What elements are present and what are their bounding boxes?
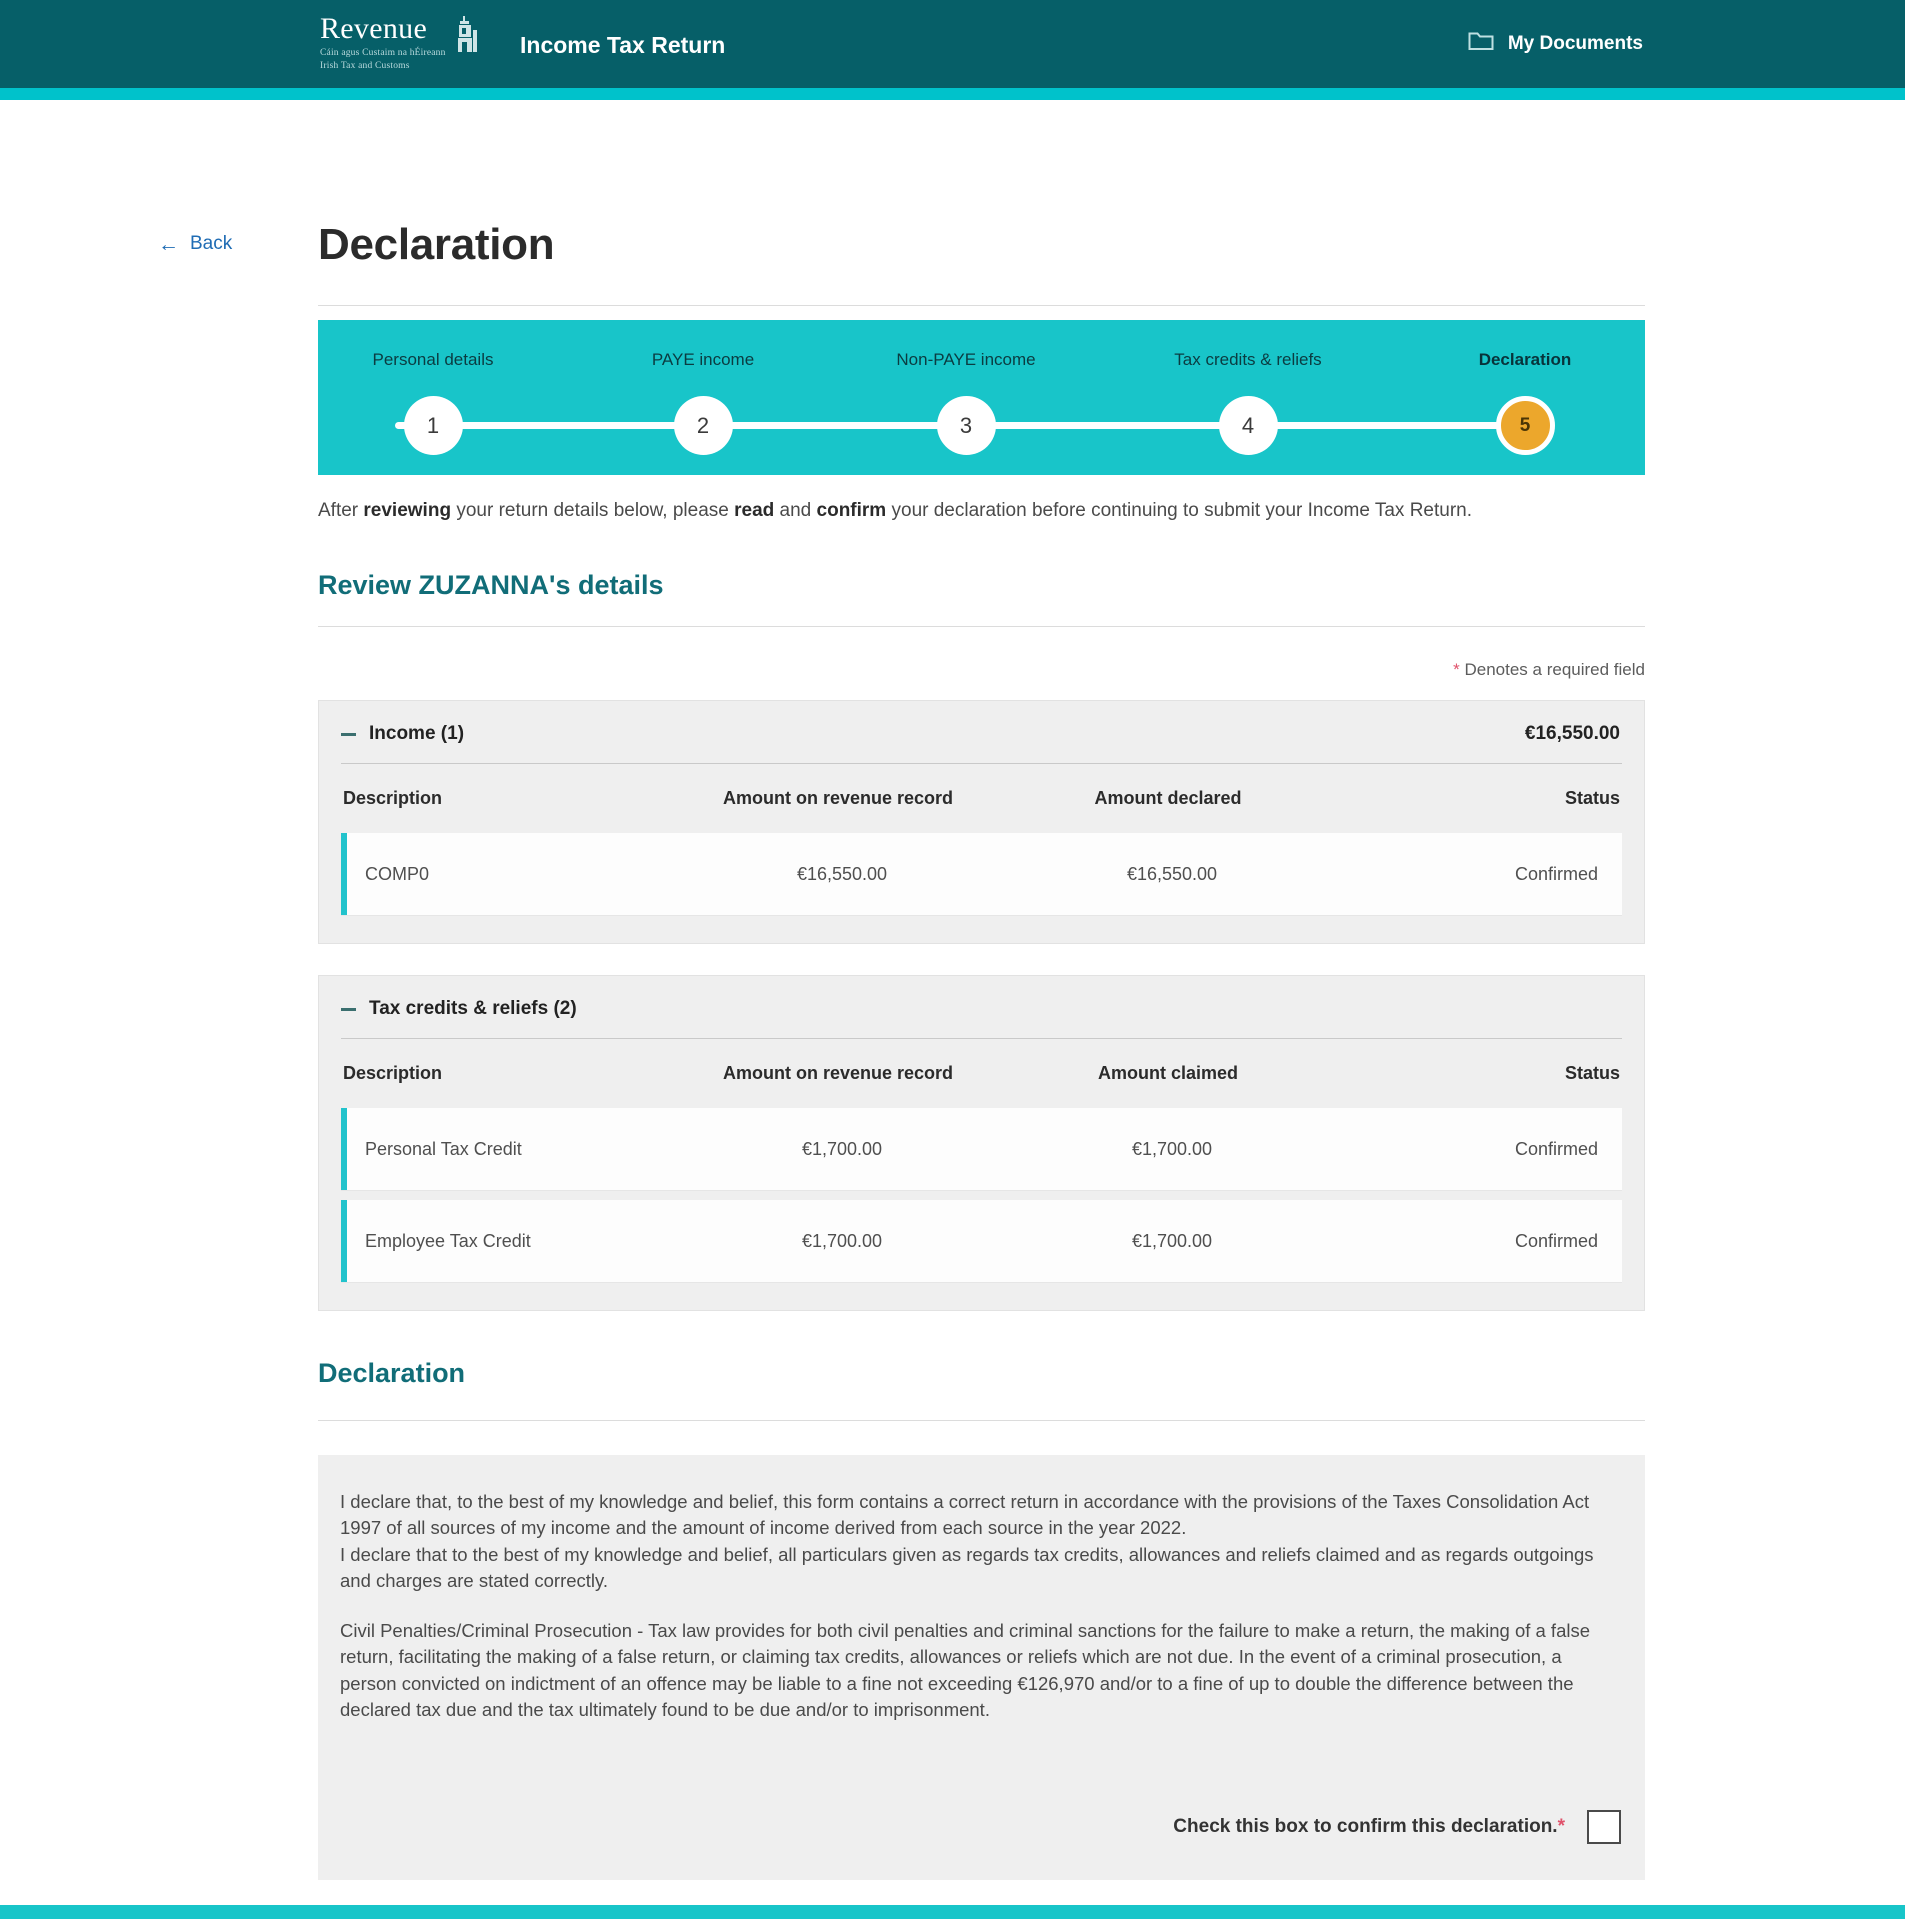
declaration-paragraph-3: Civil Penalties/Criminal Prosecution - T… [340,1620,1591,1720]
required-field-note-label: Denotes a required field [1464,660,1645,679]
page-title: Declaration [318,220,555,269]
intro-part-4: your declaration before continuing to su… [886,500,1473,521]
logo-text-block: Revenue Cáin agus Custaim na hÉireann Ir… [320,14,446,73]
step-label-3: Non-PAYE income [896,350,1036,369]
declaration-paragraph-2: I declare that to the best of my knowled… [340,1543,1594,1591]
income-col-status: Status [1564,788,1620,808]
income-col-declared: Amount declared [1094,788,1242,808]
income-col-description: Description [343,788,443,808]
table-row[interactable]: Employee Tax Credit €1,700.00 €1,700.00 … [341,1200,1622,1282]
folder-icon [1468,30,1494,57]
step-node-3[interactable]: 3 [936,396,996,455]
step-label-4: Tax credits & reliefs [1174,350,1322,369]
app-header: Revenue Cáin agus Custaim na hÉireann Ir… [0,0,1905,88]
credits-card: Tax credits & reliefs (2) Description Am… [318,975,1645,1311]
back-link-top[interactable]: ← Back [158,233,232,255]
header-accent-bar [0,88,1905,100]
confirm-declaration-row: Check this box to confirm this declarati… [1173,1810,1621,1844]
required-field-note: * Denotes a required field [1453,660,1645,680]
minus-icon [341,732,356,736]
minus-icon [341,1007,356,1011]
row-amount-record: €16,550.00 [796,863,888,884]
confirm-declaration-label: Check this box to confirm this declarati… [1173,1816,1565,1838]
logo-subtitle-english: Irish Tax and Customs [320,60,410,71]
declaration-paragraph-1: I declare that, to the best of my knowle… [340,1491,1590,1539]
app-title: Income Tax Return [520,32,726,58]
income-card-total: €16,550.00 [1524,723,1620,744]
step-label-5: Declaration [1478,350,1572,369]
intro-text: After reviewing your return details belo… [318,500,1472,522]
logo-subtitle: Cáin agus Custaim na hÉireann Irish Tax … [320,47,446,73]
declaration-spacer [340,1594,1617,1618]
intro-part-1: After [318,500,364,521]
title-divider [318,305,1645,306]
app-page: Revenue Cáin agus Custaim na hÉireann Ir… [0,0,1905,1919]
step-label-2: PAYE income [651,350,755,369]
credits-card-header[interactable]: Tax credits & reliefs (2) [319,976,1644,1038]
credits-col-claimed: Amount claimed [1097,1063,1239,1083]
row-amount-claimed: €1,700.00 [1131,1138,1213,1159]
row-description: Employee Tax Credit [365,1230,531,1251]
credits-col-record: Amount on revenue record [722,1063,954,1083]
step-node-4[interactable]: 4 [1218,396,1278,455]
step-node-2[interactable]: 2 [673,396,733,455]
declaration-box: I declare that, to the best of my knowle… [318,1455,1645,1880]
row-status: Confirmed [1514,1138,1598,1159]
declaration-divider [318,1420,1645,1421]
harp-crest-icon [454,16,480,61]
intro-part-2: your return details below, please [451,500,735,521]
required-asterisk-icon: * [1557,1816,1565,1837]
row-amount-declared: €16,550.00 [1126,863,1218,884]
intro-part-3: and [774,500,817,521]
review-divider [318,626,1645,627]
row-description: COMP0 [365,863,430,884]
row-amount-record: €1,700.00 [801,1138,883,1159]
stepper-labels: Personal details PAYE income Non-PAYE in… [318,320,1645,380]
required-asterisk-icon: * [1453,660,1460,679]
income-card: Income (1) €16,550.00 Description Amount… [318,700,1645,944]
intro-bold-reviewing: reviewing [363,500,452,521]
income-column-headers: Description Amount on revenue record Amo… [319,764,1644,833]
row-amount-claimed: €1,700.00 [1131,1230,1213,1251]
step-node-1[interactable]: 1 [403,396,463,455]
arrow-left-icon: ← [158,232,179,256]
row-description: Personal Tax Credit [365,1138,522,1159]
declaration-text: I declare that, to the best of my knowle… [318,1455,1645,1723]
step-label-1: Personal details [372,350,494,369]
confirm-declaration-checkbox[interactable] [1587,1810,1621,1844]
back-link-top-label: Back [190,233,233,254]
credits-col-status: Status [1564,1063,1620,1083]
review-heading: Review ZUZANNA's details [318,570,664,600]
intro-bold-read: read [734,500,775,521]
credits-card-footer [319,1292,1644,1310]
income-col-record: Amount on revenue record [722,788,954,808]
credits-card-title: Tax credits & reliefs (2) [369,998,577,1019]
intro-bold-confirm: confirm [816,500,887,521]
credits-column-headers: Description Amount on revenue record Amo… [319,1039,1644,1108]
income-card-title: Income (1) [369,723,465,744]
income-card-header[interactable]: Income (1) €16,550.00 [319,701,1644,763]
my-documents-label: My Documents [1507,32,1643,54]
my-documents-link[interactable]: My Documents [1468,30,1643,57]
row-amount-record: €1,700.00 [801,1230,883,1251]
logo-wordmark: Revenue [320,12,428,45]
credits-col-description: Description [343,1063,443,1083]
step-node-5[interactable]: 5 [1495,396,1555,455]
confirm-declaration-text: Check this box to confirm this declarati… [1173,1816,1558,1837]
table-row[interactable]: Personal Tax Credit €1,700.00 €1,700.00 … [341,1108,1622,1190]
table-row[interactable]: COMP0 €16,550.00 €16,550.00 Confirmed [341,833,1622,915]
income-collapse-toggle[interactable]: Income (1) [341,723,464,745]
footer-accent-bar [0,1905,1905,1919]
row-status: Confirmed [1514,1230,1598,1251]
income-card-footer [319,925,1644,943]
credits-collapse-toggle[interactable]: Tax credits & reliefs (2) [341,998,577,1020]
revenue-logo[interactable]: Revenue Cáin agus Custaim na hÉireann Ir… [320,14,480,73]
row-status: Confirmed [1514,863,1598,884]
declaration-heading: Declaration [318,1358,466,1388]
logo-subtitle-irish: Cáin agus Custaim na hÉireann [320,48,446,58]
progress-stepper: Personal details PAYE income Non-PAYE in… [318,320,1645,475]
